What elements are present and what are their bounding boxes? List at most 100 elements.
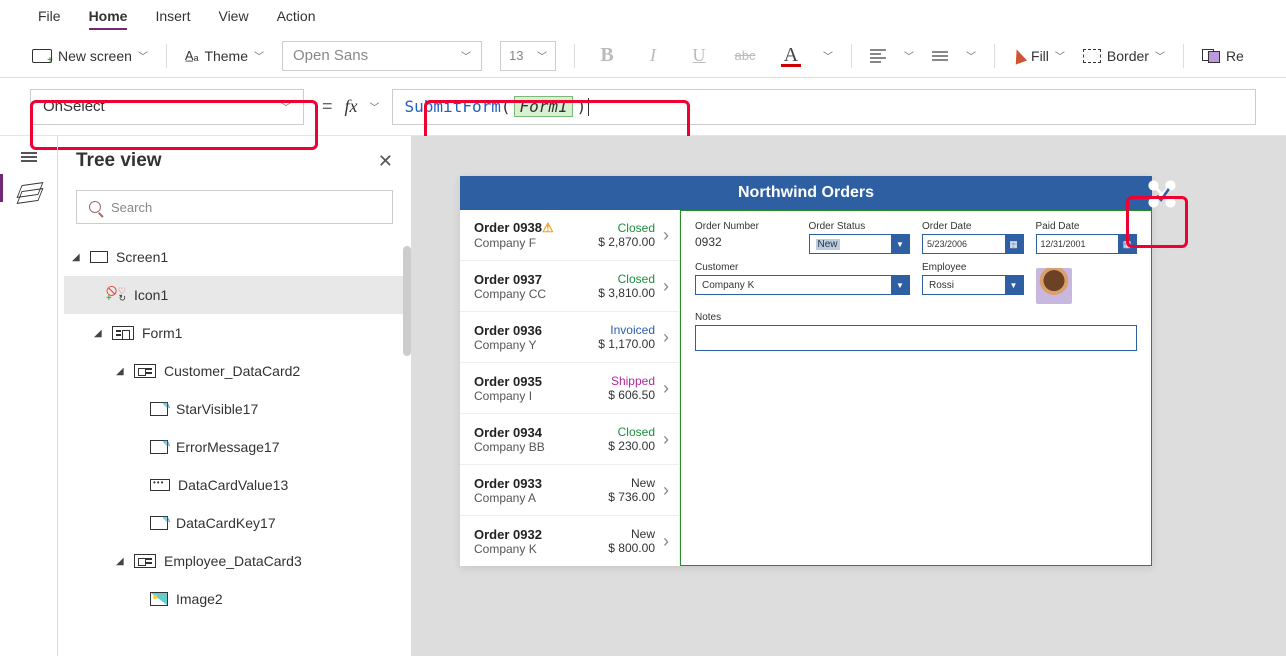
datacard-icon — [134, 554, 156, 568]
employee-avatar — [1036, 262, 1138, 304]
gallery-item[interactable]: Order 0937Company CCClosed$ 3,810.00› — [460, 261, 679, 312]
field-order-number: Order Number0932 — [695, 221, 797, 254]
input-icon — [150, 479, 170, 491]
fx-icon[interactable]: fx — [345, 96, 358, 117]
menu-bar: File Home Insert View Action — [0, 0, 1286, 34]
field-order-status[interactable]: Order StatusNew▼ — [809, 221, 911, 254]
tree-view-icon[interactable] — [19, 184, 39, 200]
tree-list: ◢Screen1 ♡+↻Icon1 ◢Form1 ◢Customer_DataC… — [58, 238, 411, 618]
theme-label: Theme — [204, 48, 248, 64]
formula-input[interactable]: SubmitForm( Form1 ) — [392, 89, 1256, 125]
gallery-item[interactable]: Order 0934Company BBClosed$ 230.00› — [460, 414, 679, 465]
datacard-icon — [134, 364, 156, 378]
field-paid-date[interactable]: Paid Date12/31/2001▦ — [1036, 221, 1138, 254]
chevron-down-icon[interactable]: ﹀ — [966, 48, 976, 63]
chevron-down-icon[interactable]: ﹀ — [370, 99, 380, 114]
separator — [574, 44, 575, 68]
italic-button[interactable]: I — [639, 45, 667, 66]
close-icon[interactable]: ✕ — [378, 151, 393, 172]
reorder-button[interactable]: Re — [1202, 48, 1244, 64]
chevron-down-icon: ▼ — [1005, 276, 1023, 294]
strikethrough-button[interactable]: abc — [731, 48, 759, 63]
chevron-down-icon: ▼ — [891, 276, 909, 294]
separator — [994, 44, 995, 68]
chevron-right-icon: › — [663, 225, 669, 246]
gallery-item[interactable]: Order 0935Company IShipped$ 606.50› — [460, 363, 679, 414]
gallery-item[interactable]: Order 0938⚠Company FClosed$ 2,870.00› — [460, 210, 679, 261]
menu-insert[interactable]: Insert — [155, 8, 190, 30]
field-customer[interactable]: CustomerCompany K▼ — [695, 262, 910, 304]
theme-icon: A̲ₐ — [185, 48, 199, 63]
main-area: Tree view ✕ Search ◢Screen1 ♡+↻Icon1 ◢Fo… — [0, 136, 1286, 656]
tree-item-datacardvalue[interactable]: DataCardValue13 — [64, 466, 405, 504]
gallery-item[interactable]: Order 0936Company YInvoiced$ 1,170.00› — [460, 312, 679, 363]
chevron-down-icon: ﹀ — [138, 48, 148, 63]
tree-item-datacardkey[interactable]: DataCardKey17 — [64, 504, 405, 542]
border-button[interactable]: Border ﹀ — [1083, 48, 1165, 64]
scrollbar[interactable] — [403, 246, 411, 356]
save-check-icon[interactable] — [1142, 174, 1182, 214]
chevron-down-icon: ﹀ — [1055, 48, 1065, 63]
text-icon — [150, 440, 168, 454]
app-header: Northwind Orders — [460, 176, 1152, 210]
menu-home[interactable]: Home — [89, 8, 128, 30]
tree-item-image2[interactable]: Image2 — [64, 580, 405, 618]
tree-view-title: Tree view — [76, 150, 162, 172]
font-size: 13 — [509, 48, 523, 63]
tree-item-errormsg[interactable]: ErrorMessage17 — [64, 428, 405, 466]
screen-icon — [32, 49, 52, 63]
text-icon — [150, 402, 168, 416]
underline-button[interactable]: U — [685, 45, 713, 66]
border-label: Border — [1107, 48, 1149, 64]
property-dropdown[interactable]: OnSelect ﹀ — [30, 89, 304, 125]
bold-button[interactable]: B — [593, 44, 621, 67]
separator — [1183, 44, 1184, 68]
chevron-down-icon: ﹀ — [461, 48, 471, 63]
left-rail — [0, 136, 58, 656]
tree-item-employee-card[interactable]: ◢Employee_DataCard3 — [64, 542, 405, 580]
tree-item-customer-card[interactable]: ◢Customer_DataCard2 — [64, 352, 405, 390]
chevron-right-icon: › — [663, 531, 669, 552]
tree-item-icon1[interactable]: ♡+↻Icon1 — [64, 276, 405, 314]
field-order-date[interactable]: Order Date5/23/2006▦ — [922, 221, 1024, 254]
tree-view-panel: Tree view ✕ Search ◢Screen1 ♡+↻Icon1 ◢Fo… — [58, 136, 412, 656]
font-color-button[interactable]: A — [777, 44, 805, 67]
search-icon — [89, 201, 101, 213]
menu-view[interactable]: View — [218, 8, 248, 30]
chevron-down-icon[interactable]: ﹀ — [904, 48, 914, 63]
tree-item-screen1[interactable]: ◢Screen1 — [64, 238, 405, 276]
tree-search-input[interactable]: Search — [76, 190, 393, 224]
separator — [851, 44, 852, 68]
tree-item-starvisible[interactable]: StarVisible17 — [64, 390, 405, 428]
field-employee[interactable]: EmployeeRossi▼ — [922, 262, 1024, 304]
hamburger-icon[interactable] — [21, 150, 37, 164]
align-button[interactable] — [870, 47, 886, 65]
menu-file[interactable]: File — [38, 8, 61, 30]
gallery-item[interactable]: Order 0932Company KNew$ 800.00› — [460, 516, 679, 566]
text-icon — [150, 516, 168, 530]
equals-sign: = — [322, 96, 333, 117]
font-select[interactable]: Open Sans ﹀ — [282, 41, 482, 71]
chevron-right-icon: › — [663, 327, 669, 348]
chevron-right-icon: › — [663, 429, 669, 450]
theme-button[interactable]: A̲ₐ Theme ﹀ — [185, 48, 264, 64]
gallery-item[interactable]: Order 0933Company ANew$ 736.00› — [460, 465, 679, 516]
reorder-label: Re — [1226, 48, 1244, 64]
ribbon: New screen ﹀ A̲ₐ Theme ﹀ Open Sans ﹀ 13 … — [0, 34, 1286, 78]
app-preview: Northwind Orders Order 0938⚠Company FClo… — [460, 176, 1152, 566]
calendar-icon: ▦ — [1005, 235, 1023, 253]
canvas: Northwind Orders Order 0938⚠Company FClo… — [412, 136, 1286, 656]
formula-function: SubmitForm — [405, 97, 501, 116]
menu-action[interactable]: Action — [277, 8, 316, 30]
order-form: Order Number0932 Order StatusNew▼ Order … — [680, 210, 1152, 566]
new-screen-button[interactable]: New screen ﹀ — [32, 48, 148, 64]
font-size-select[interactable]: 13 ﹀ — [500, 41, 556, 71]
fill-label: Fill — [1031, 48, 1049, 64]
fill-button[interactable]: Fill ﹀ — [1013, 48, 1065, 64]
tree-item-form1[interactable]: ◢Form1 — [64, 314, 405, 352]
orders-gallery[interactable]: Order 0938⚠Company FClosed$ 2,870.00›Ord… — [460, 210, 680, 566]
field-notes[interactable]: Notes — [695, 312, 1137, 351]
chevron-down-icon: ﹀ — [1155, 48, 1165, 63]
chevron-down-icon[interactable]: ﹀ — [823, 48, 833, 63]
valign-button[interactable] — [932, 49, 948, 63]
